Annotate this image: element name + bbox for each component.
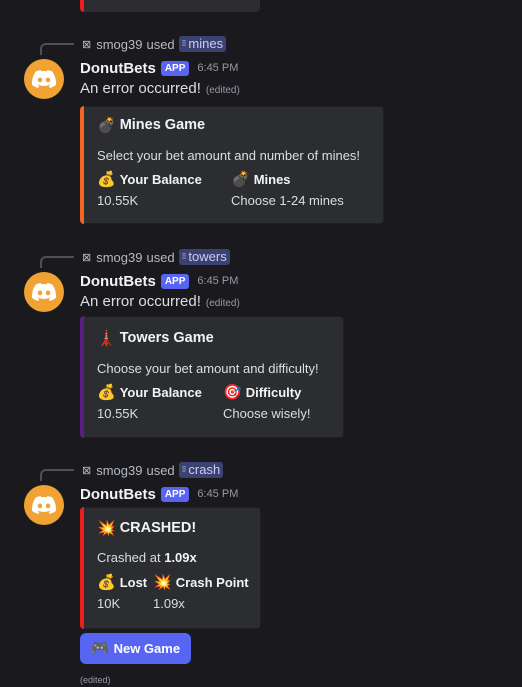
field-name: 💰 Your Balance xyxy=(97,172,202,187)
edited-label: (edited) xyxy=(80,675,111,685)
author-name[interactable]: DonutBets xyxy=(80,486,156,503)
crash-multiplier: 1.09x xyxy=(164,550,197,565)
discord-logo-icon xyxy=(32,283,56,301)
avatar[interactable] xyxy=(24,272,64,312)
command-icon: ⊠ xyxy=(82,251,92,264)
new-game-button[interactable]: 🎮 New Game xyxy=(80,633,191,664)
avatar[interactable] xyxy=(24,485,64,525)
field-name: 🎯 Difficulty xyxy=(223,385,301,400)
timestamp: 6:45 PM xyxy=(197,488,239,500)
command-name: crash xyxy=(188,462,221,477)
money-bag-icon: 💰 xyxy=(97,171,116,188)
field-name-text: Your Balance xyxy=(119,385,202,400)
field-value: 10.55K xyxy=(97,193,139,208)
new-game-label: New Game xyxy=(113,641,181,656)
field-name: 💰 Lost xyxy=(97,575,147,590)
money-bag-icon: 💰 xyxy=(97,384,116,401)
embed-card: 🗼 Towers Game Choose your bet amount and… xyxy=(80,316,344,438)
reply-username[interactable]: smog39 xyxy=(96,463,142,478)
game-controller-icon: 🎮 xyxy=(90,640,110,657)
embed-title: 🗼 Towers Game xyxy=(97,330,214,346)
app-badge: APP xyxy=(160,273,190,289)
reply-spine xyxy=(40,469,74,481)
app-badge: APP xyxy=(160,60,190,76)
discord-logo-icon xyxy=(32,70,56,88)
edited-label: (edited) xyxy=(205,298,240,309)
reply-spine xyxy=(40,43,74,55)
slash-command-mines[interactable]: ⁝⁝ mines xyxy=(178,36,227,52)
embed-title-text: Towers Game xyxy=(119,330,214,346)
command-icon: ⊠ xyxy=(82,38,92,51)
embed-accent-bar xyxy=(80,106,84,224)
money-bag-icon: 💰 xyxy=(97,574,116,591)
edited-label: (edited) xyxy=(205,85,240,96)
embed-title-text: Mines Game xyxy=(119,117,206,133)
field-value: Choose wisely! xyxy=(223,406,311,421)
app-badge: APP xyxy=(160,486,190,502)
previous-embed xyxy=(80,0,260,12)
message-text: An error occurred! xyxy=(80,293,201,310)
timestamp: 6:45 PM xyxy=(197,275,239,287)
message-header: DonutBets APP 6:45 PM xyxy=(80,58,238,78)
embed-description: Crashed at 1.09x xyxy=(97,550,197,565)
message-content: An error occurred! (edited) xyxy=(80,293,240,310)
timestamp: 6:45 PM xyxy=(197,62,239,74)
embed-title: 💥 CRASHED! xyxy=(97,520,196,536)
message-content: An error occurred! (edited) xyxy=(80,80,240,97)
field-value: 10.55K xyxy=(97,406,139,421)
reply-username[interactable]: smog39 xyxy=(96,250,142,265)
author-name[interactable]: DonutBets xyxy=(80,273,156,290)
discord-logo-icon xyxy=(32,496,56,514)
field-name-text: Crash Point xyxy=(175,575,249,590)
field-name: 💣 Mines xyxy=(231,172,291,187)
reply-preview[interactable]: ⊠ smog39 used ⁝⁝ mines xyxy=(40,35,227,55)
command-grid-icon: ⁝⁝ xyxy=(181,464,187,474)
command-grid-icon: ⁝⁝ xyxy=(181,38,187,48)
message-text: An error occurred! xyxy=(80,80,201,97)
field-name-text: Difficulty xyxy=(245,385,302,400)
command-grid-icon: ⁝⁝ xyxy=(181,251,187,261)
embed-title-text: CRASHED! xyxy=(119,520,197,536)
bomb-icon: 💣 xyxy=(231,171,250,188)
bomb-icon: 💣 xyxy=(97,116,116,134)
collision-icon: 💥 xyxy=(153,574,172,591)
command-name: towers xyxy=(188,249,227,264)
field-value: Choose 1-24 mines xyxy=(231,193,344,208)
embed-accent-bar xyxy=(80,507,84,629)
slash-command-crash[interactable]: ⁝⁝ crash xyxy=(178,462,224,478)
embed-title: 💣 Mines Game xyxy=(97,117,205,133)
embed-description: Choose your bet amount and difficulty! xyxy=(97,361,319,376)
embed-card: 💥 CRASHED! Crashed at 1.09x 💰 Lost 10K 💥… xyxy=(80,507,261,629)
reply-username[interactable]: smog39 xyxy=(96,37,142,52)
reply-used-text: used xyxy=(146,36,175,52)
field-name: 💰 Your Balance xyxy=(97,385,202,400)
message-header: DonutBets APP 6:45 PM xyxy=(80,484,238,504)
field-name-text: Mines xyxy=(253,172,291,187)
field-value: 10K xyxy=(97,596,121,611)
embed-accent-bar xyxy=(80,316,84,438)
avatar[interactable] xyxy=(24,59,64,99)
reply-used-text: used xyxy=(146,462,175,478)
command-icon: ⊠ xyxy=(82,464,92,477)
target-icon: 🎯 xyxy=(223,384,242,401)
slash-command-towers[interactable]: ⁝⁝ towers xyxy=(178,249,230,265)
reply-preview[interactable]: ⊠ smog39 used ⁝⁝ towers xyxy=(40,248,230,268)
message-header: DonutBets APP 6:45 PM xyxy=(80,271,238,291)
crash-prefix: Crashed at xyxy=(97,550,161,565)
embed-description: Select your bet amount and number of min… xyxy=(97,148,361,163)
embed-card: 💣 Mines Game Select your bet amount and … xyxy=(80,106,384,224)
reply-spine xyxy=(40,256,74,268)
command-name: mines xyxy=(188,36,224,51)
reply-preview[interactable]: ⊠ smog39 used ⁝⁝ crash xyxy=(40,461,224,481)
field-value: 1.09x xyxy=(153,596,185,611)
field-name-text: Lost xyxy=(119,575,148,590)
collision-icon: 💥 xyxy=(97,519,116,537)
field-name-text: Your Balance xyxy=(119,172,202,187)
reply-used-text: used xyxy=(146,249,175,265)
author-name[interactable]: DonutBets xyxy=(80,60,156,77)
field-name: 💥 Crash Point xyxy=(153,575,249,590)
tower-icon: 🗼 xyxy=(97,329,116,347)
